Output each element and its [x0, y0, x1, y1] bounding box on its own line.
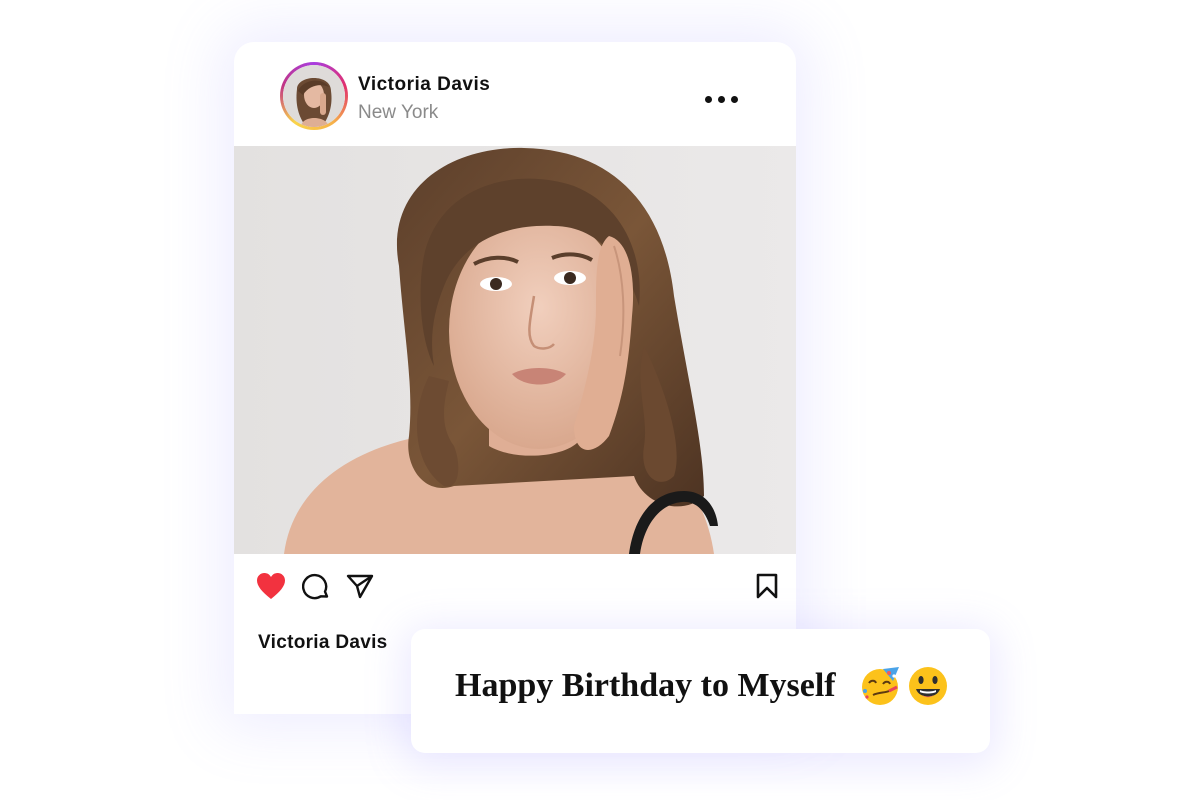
bookmark-icon[interactable] — [756, 573, 778, 599]
more-options-icon-dot — [730, 95, 738, 103]
caption-message-text: Happy Birthday to Myself — [455, 667, 836, 704]
post-location[interactable]: New York — [358, 102, 438, 124]
instagram-post-card: Victoria Davis New York Victoria Davis — [234, 42, 796, 714]
caption-message-bubble: Happy Birthday to Myself — [411, 629, 990, 753]
heart-icon[interactable] — [256, 572, 286, 600]
comment-icon[interactable] — [302, 573, 330, 601]
post-username[interactable]: Victoria Davis — [358, 74, 490, 96]
post-photo[interactable] — [234, 146, 796, 554]
partying-face-emoji — [862, 667, 899, 705]
post-header: Victoria Davis New York — [234, 42, 796, 146]
send-icon[interactable] — [346, 573, 374, 599]
emoji-row — [859, 665, 949, 707]
more-options-icon — [704, 95, 712, 103]
caption-username[interactable]: Victoria Davis — [258, 632, 388, 654]
avatar-story-ring[interactable] — [280, 62, 348, 130]
post-actions-bar — [234, 554, 796, 624]
more-options-button[interactable] — [696, 82, 746, 116]
more-options-icon-dot — [717, 95, 725, 103]
avatar — [283, 65, 345, 127]
grinning-face-emoji — [909, 667, 947, 705]
